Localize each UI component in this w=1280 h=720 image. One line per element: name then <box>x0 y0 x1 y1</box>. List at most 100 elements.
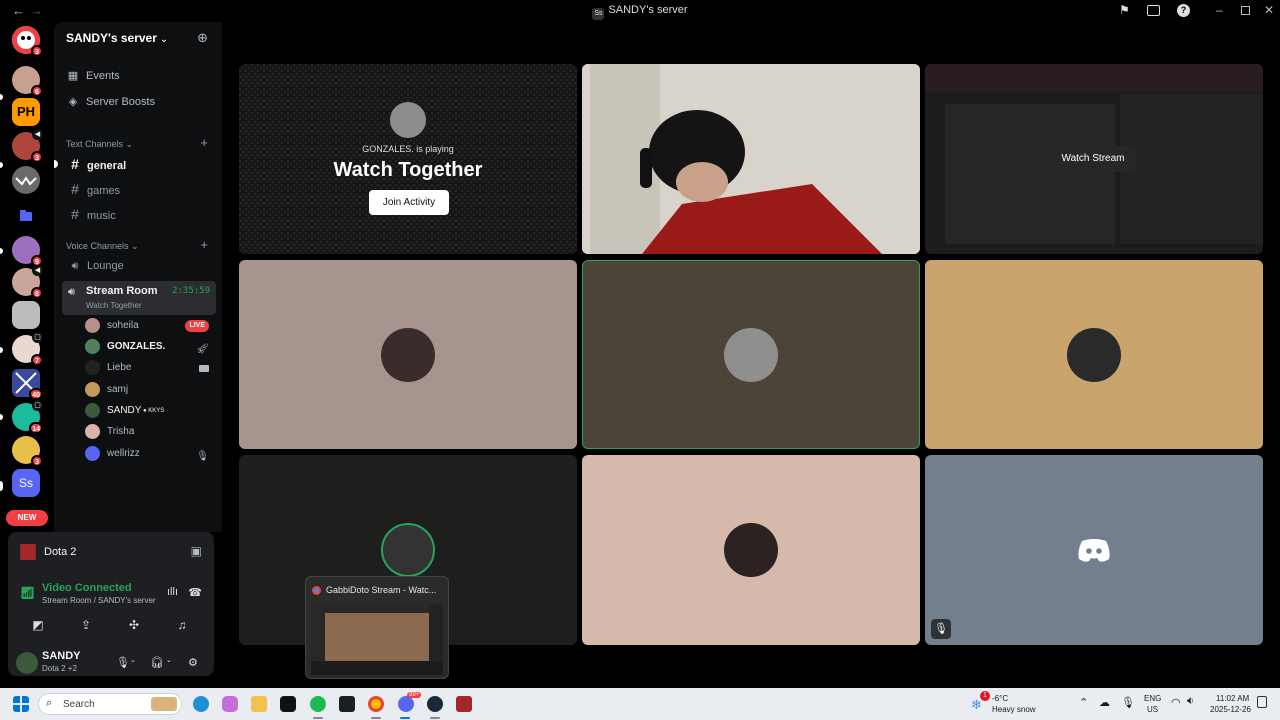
avatar <box>85 446 100 461</box>
language-code[interactable]: ENG <box>1144 694 1161 703</box>
spotify-icon[interactable] <box>310 696 326 712</box>
inbox-icon[interactable] <box>1147 5 1160 16</box>
taskbar-search[interactable]: ⌕ Search <box>38 693 182 715</box>
server-avatar[interactable]: 9 <box>12 236 43 267</box>
category-voice-channels[interactable]: Voice Channels ⌄ <box>66 241 139 252</box>
title-bar: ← → Ss SANDY's server ⚑ ? – ✕ <box>0 0 1280 22</box>
clock-time[interactable]: 11:02 AM <box>1216 694 1249 703</box>
tiktok-icon[interactable] <box>280 696 296 712</box>
settings-gear-icon[interactable]: ⚙ <box>188 656 198 669</box>
minimize-icon[interactable]: – <box>1216 3 1223 17</box>
voice-user[interactable]: SANDY ● KKYS <box>85 401 213 421</box>
add-channel-icon[interactable]: + <box>200 237 208 252</box>
weather-temp[interactable]: -6°C <box>992 694 1008 703</box>
server-sandys[interactable]: Ss <box>12 469 40 497</box>
server-avatar[interactable] <box>12 301 40 329</box>
nav-server-boosts[interactable]: ◈ Server Boosts <box>66 95 155 108</box>
new-servers-pill[interactable]: NEW <box>6 510 48 526</box>
share-screen-icon[interactable]: ⇪ <box>68 614 104 636</box>
activities-icon[interactable]: ✣ <box>116 614 152 636</box>
voice-channel-lounge[interactable]: 🔊︎ Lounge <box>62 255 214 277</box>
clock-date[interactable]: 2025-12-26 <box>1210 705 1251 714</box>
taskbar-preview[interactable]: GabbiDoto Stream - Watc... <box>305 576 449 679</box>
maximize-icon[interactable] <box>1241 6 1250 15</box>
onedrive-icon[interactable]: ☁ <box>1099 696 1110 709</box>
dota-icon[interactable] <box>456 696 472 712</box>
server-ph[interactable]: PH <box>12 98 40 126</box>
voice-channel-stream-room[interactable]: 🔊︎ Stream Room Watch Together 2:35:59 <box>62 281 216 315</box>
language-region[interactable]: US <box>1147 705 1158 714</box>
help-icon[interactable]: ? <box>1177 4 1190 17</box>
channel-general[interactable]: # general <box>62 153 214 175</box>
join-activity-button[interactable]: Join Activity <box>369 190 449 215</box>
server-avatar[interactable]: 3 <box>12 436 43 467</box>
close-icon[interactable]: ✕ <box>1264 3 1274 17</box>
noise-suppression-icon[interactable]: ıllı <box>167 586 178 598</box>
chevron-down-icon[interactable]: ⌄ <box>166 656 172 664</box>
weather-desc[interactable]: Heavy snow <box>992 705 1036 714</box>
avatar[interactable] <box>16 652 38 674</box>
notification-center-icon[interactable] <box>1257 696 1267 708</box>
participant-tile[interactable]: 🎙︎ <box>925 455 1263 645</box>
edge-icon[interactable] <box>193 696 209 712</box>
voice-user[interactable]: wellrizz 🎙︎ <box>85 444 213 464</box>
voice-channel-name: Stream Room <box>86 285 158 297</box>
server-avatar[interactable]: 40 <box>12 369 43 400</box>
server-name-header[interactable]: SANDY's server ⌄ <box>66 31 168 45</box>
server-avatar[interactable] <box>12 166 40 194</box>
add-member-icon[interactable]: ⊕ <box>197 30 208 46</box>
category-text-channels[interactable]: Text Channels ⌄ <box>66 139 133 150</box>
volume-icon[interactable]: 🔉︎ <box>1187 695 1194 708</box>
chevron-down-icon[interactable]: ⌄ <box>130 656 136 664</box>
category-label: Voice Channels <box>66 241 129 251</box>
camera-off-icon[interactable]: ◩ <box>20 614 56 636</box>
add-channel-icon[interactable]: + <box>200 135 208 150</box>
voice-location[interactable]: Stream Room / SANDY's server <box>42 596 156 605</box>
disconnect-icon[interactable]: ☎ <box>188 586 202 599</box>
inbox-flag-icon[interactable]: ⚑ <box>1119 3 1130 17</box>
voice-status[interactable]: Video Connected <box>42 582 132 594</box>
server-avatar[interactable]: ◀ 8 <box>12 265 43 299</box>
channel-music[interactable]: # music <box>62 203 214 225</box>
dota-icon <box>20 544 36 560</box>
file-explorer-icon[interactable] <box>251 696 267 712</box>
video-tile[interactable] <box>582 64 920 254</box>
app-icon[interactable] <box>339 696 355 712</box>
chevron-up-icon[interactable]: ⌃ <box>1079 696 1088 709</box>
voice-user[interactable]: GONZALES. 🚀︎ <box>85 337 213 357</box>
headphones-icon[interactable]: 🎧︎ <box>150 656 164 669</box>
stream-tile[interactable]: Watch Stream <box>925 64 1263 254</box>
copilot-icon[interactable] <box>222 696 238 712</box>
server-folder[interactable] <box>12 202 40 230</box>
watch-stream-button[interactable]: Watch Stream <box>1050 146 1136 172</box>
steam-icon[interactable] <box>427 696 443 712</box>
voice-user[interactable]: Trisha <box>85 422 213 442</box>
voice-user[interactable]: soheila LIVE <box>85 316 213 336</box>
discord-icon[interactable] <box>398 696 414 712</box>
server-avatar[interactable]: ▢ 14 <box>12 400 43 434</box>
participant-tile-speaking[interactable] <box>582 260 920 449</box>
stream-game-icon[interactable]: ▣ <box>191 544 202 558</box>
server-avatar[interactable]: 6 <box>12 66 43 97</box>
server-avatar[interactable]: ▢ 7 <box>12 332 43 366</box>
wifi-icon[interactable]: ◠ <box>1171 696 1181 709</box>
voice-user[interactable]: samj <box>85 380 213 400</box>
participant-tile[interactable] <box>582 455 920 645</box>
participant-tile[interactable] <box>239 260 577 449</box>
microphone-icon[interactable]: 🎙︎ <box>116 656 130 669</box>
boost-icon: ◈ <box>68 96 78 108</box>
server-avatar[interactable]: 3 <box>12 26 43 57</box>
activity-bar[interactable]: Dota 2 ▣ <box>8 532 214 572</box>
snow-weather-icon[interactable]: ❄ <box>971 697 982 713</box>
server-avatar[interactable]: ◀ 3 <box>12 129 43 163</box>
soundboard-icon[interactable]: ♫ <box>164 614 200 636</box>
channel-games[interactable]: # games <box>62 178 214 200</box>
chrome-icon[interactable] <box>368 696 384 712</box>
voice-user[interactable]: Liebe <box>85 358 213 378</box>
nav-events[interactable]: ▦ Events <box>66 69 120 82</box>
participant-tile[interactable] <box>925 260 1263 449</box>
clan-tag-text: KKYS <box>148 408 165 414</box>
weather-badge: 1 <box>980 691 990 701</box>
microphone-icon[interactable]: 🎙︎ <box>1121 696 1135 709</box>
windows-start-icon[interactable] <box>13 696 29 712</box>
